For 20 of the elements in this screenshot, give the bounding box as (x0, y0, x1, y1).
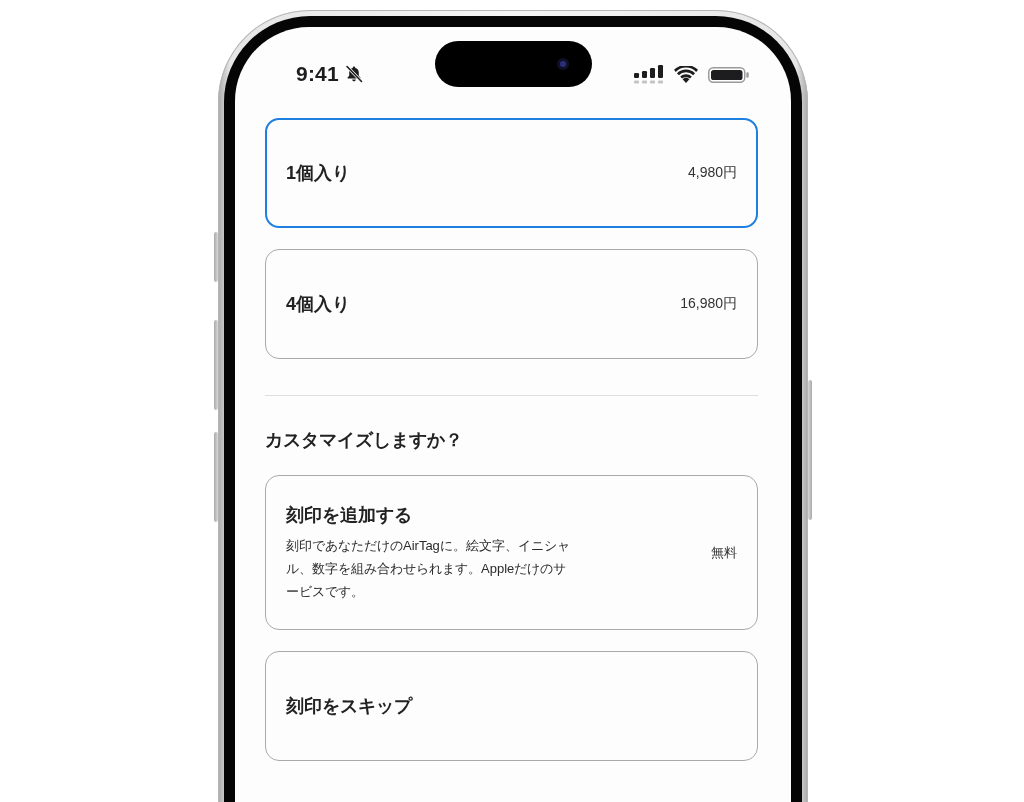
wifi-icon (674, 66, 698, 83)
phone-side-key (214, 232, 218, 282)
option-card[interactable]: 刻印をスキップ (265, 651, 758, 761)
option-title: 刻印を追加する (286, 504, 413, 527)
bell-slash-icon (344, 65, 363, 83)
price-label: 4,980円 (687, 164, 737, 182)
status-time: 9:41 (296, 62, 339, 86)
signal-icon (634, 65, 664, 84)
option-card[interactable]: 刻印を追加する 刻印であなただけのAirTagに。絵文字、イニシャル、数字を組み合わせられます。Appleだけのサービスです。 無料 (265, 475, 758, 630)
option-title: 刻印をスキップ (286, 695, 412, 718)
battery-icon (708, 66, 749, 83)
price-label: 16,980円 (680, 295, 737, 313)
option-title: 4個入り (286, 293, 350, 316)
camera-lens-icon (556, 58, 569, 70)
option-title: 1個入り (286, 162, 350, 185)
section-heading: カスタマイズしますか？ (265, 429, 464, 452)
option-card[interactable]: 4個入り 16,980円 (265, 249, 758, 359)
option-description: 刻印であなただけのAirTagに。絵文字、イニシャル、数字を組み合わせられます。Appleだけのサービスです。 (286, 537, 571, 601)
option-card[interactable]: 1個入り 4,980円 (265, 118, 758, 228)
price-label: 無料 (711, 543, 737, 562)
